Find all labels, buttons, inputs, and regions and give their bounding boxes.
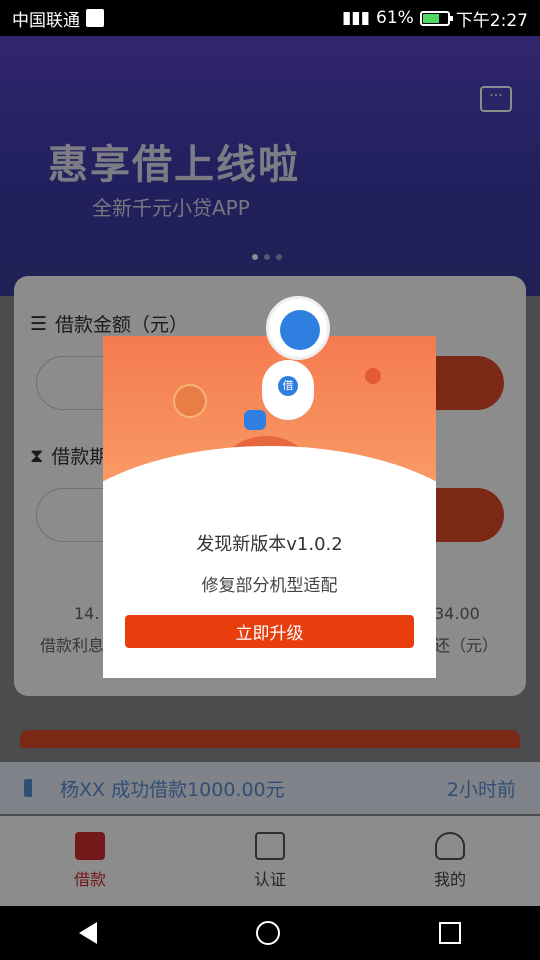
astronaut-boot bbox=[244, 410, 266, 430]
status-right: ▮▮▮ 61% 下午2:27 bbox=[342, 6, 528, 31]
system-nav-bar bbox=[0, 906, 540, 960]
clock: 下午2:27 bbox=[455, 10, 528, 31]
status-bar: 中国联通 ▮▮▮ 61% 下午2:27 bbox=[0, 0, 540, 36]
signal-icon: ▮▮▮ bbox=[341, 8, 371, 28]
carrier-name: 中国联通 bbox=[12, 10, 80, 31]
dialog-message: 修复部分机型适配 bbox=[201, 576, 338, 596]
carrier: 中国联通 bbox=[12, 6, 104, 31]
notification-icon bbox=[86, 9, 104, 27]
astronaut-badge: 借 bbox=[278, 376, 298, 396]
dialog-title: 发现新版本v1.0.2 bbox=[196, 534, 343, 555]
astronaut-illustration: 借 bbox=[244, 296, 334, 436]
battery-percent: 61% bbox=[376, 8, 414, 28]
planet-icon bbox=[173, 384, 207, 418]
planet-icon bbox=[365, 368, 381, 384]
recent-apps-icon[interactable] bbox=[438, 922, 461, 944]
battery-icon bbox=[419, 10, 453, 26]
astronaut-visor bbox=[280, 310, 320, 350]
back-icon[interactable] bbox=[79, 922, 98, 944]
home-circle-icon[interactable] bbox=[255, 921, 280, 945]
upgrade-button[interactable]: 立即升级 bbox=[125, 615, 414, 648]
